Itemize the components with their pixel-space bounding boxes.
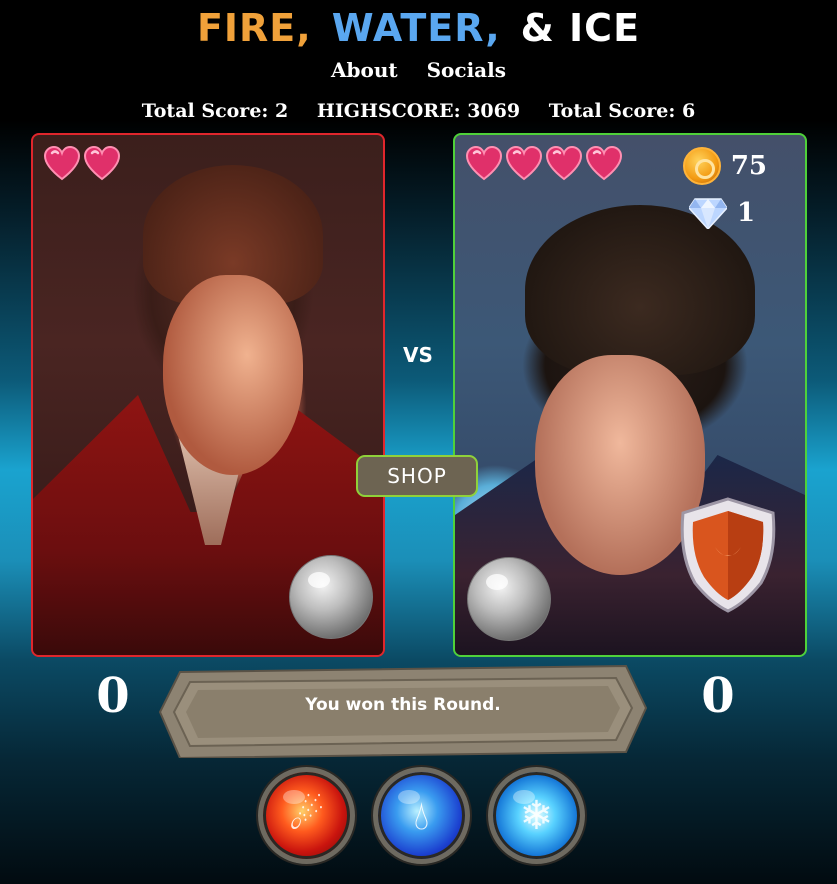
coin-count: 75 [730,151,767,181]
opponent-hearts [43,145,121,183]
heart-icon [505,145,543,183]
player-card: 75 1 [453,133,807,657]
diamond-icon [689,198,727,229]
player-round-score: 0 [701,668,735,724]
heart-icon [83,145,121,183]
opponent-card [31,133,385,657]
fire-element-button[interactable]: ☄ [258,767,355,864]
round-message: You won this Round. [305,695,501,715]
opponent-portrait [163,275,303,475]
water-element-icon: 💧︎ [413,792,430,839]
right-total-score: Total Score: 6 [548,100,696,122]
nav-socials-link[interactable]: Socials [427,58,506,82]
coin-counter: 75 [682,147,767,185]
title-water: WATER, [331,6,501,50]
player-hearts [465,145,623,183]
moon-orb-icon [467,557,551,641]
heart-icon [585,145,623,183]
opponent-round-score: 0 [96,668,130,724]
left-total-score: Total Score: 2 [141,100,289,122]
gem-counter: 1 [689,197,767,229]
score-bar: Total Score: 2 HIGHSCORE: 3069 Total Sco… [0,100,837,122]
vs-label: VS [403,343,433,367]
round-result-banner: You won this Round. [158,660,648,758]
game-title: FIRE, WATER, & ICE [0,6,837,50]
coin-icon [682,147,721,185]
fire-element-icon: ☄ [288,792,325,839]
heart-icon [545,145,583,183]
highscore: HIGHSCORE: 3069 [316,100,521,122]
nav-about-link[interactable]: About [331,58,398,82]
title-ice: & ICE [520,6,641,50]
water-element-button[interactable]: 💧︎ [373,767,470,864]
shield-icon [680,497,776,613]
moon-orb-icon [289,555,373,639]
title-fire: FIRE, [196,6,312,50]
ice-element-icon: ❄ [519,792,554,839]
heart-icon [465,145,503,183]
shop-button[interactable]: SHOP [356,455,478,497]
gem-count: 1 [737,198,756,228]
ice-element-button[interactable]: ❄ [488,767,585,864]
top-nav: About Socials [0,58,837,82]
heart-icon [43,145,81,183]
player-hair [525,205,755,375]
